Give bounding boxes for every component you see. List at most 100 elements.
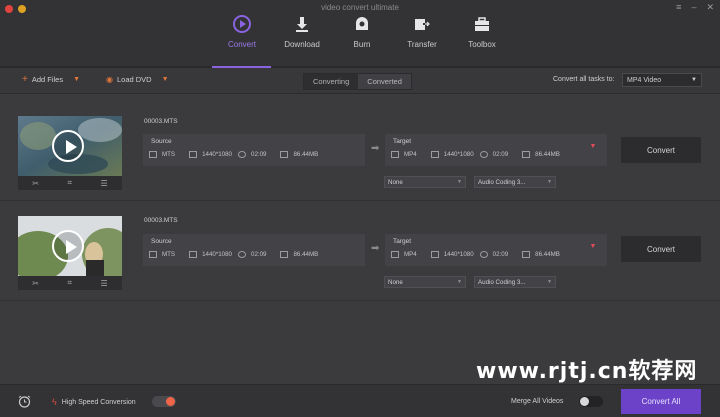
merge-all-toggle[interactable]: [579, 396, 603, 407]
nav-convert-label: Convert: [227, 40, 256, 49]
top-bar: video convert ultimate ≡ – ✕ Convert Dow…: [0, 0, 720, 68]
target-panel: Target MP4 1440*1080 02:09 86.44MB ▼: [385, 134, 607, 166]
film-icon: [149, 251, 157, 258]
lightning-icon: ϟ: [52, 397, 57, 407]
target-format-dropdown-icon[interactable]: ▼: [587, 243, 599, 255]
target-size: 86.44MB: [535, 151, 560, 158]
nav-transfer-label: Transfer: [407, 40, 437, 49]
subtitle-select[interactable]: None ▼: [384, 176, 466, 188]
chevron-down-icon[interactable]: ▼: [73, 76, 80, 83]
chevron-down-icon: ▼: [457, 179, 462, 185]
source-panel: Source MTS 1440*1080 02:09 86.44MB: [143, 234, 365, 266]
bottom-bar: ϟ High Speed Conversion Merge All Videos…: [0, 384, 720, 417]
folder-icon: [280, 251, 289, 258]
target-format: MP4: [404, 151, 417, 158]
target-resolution: 1440*1080: [443, 251, 474, 258]
target-format-dropdown-icon[interactable]: ▼: [587, 143, 599, 155]
high-speed-label: High Speed Conversion: [61, 398, 136, 406]
close-icon[interactable]: ✕: [706, 2, 714, 13]
video-thumbnail[interactable]: [18, 116, 122, 176]
chevron-down-icon: ▼: [691, 77, 697, 83]
burn-icon: [352, 14, 372, 34]
row-divider: [0, 300, 720, 301]
play-icon[interactable]: [52, 130, 84, 162]
convert-button[interactable]: Convert: [621, 137, 701, 163]
merge-all-label: Merge All Videos: [511, 398, 564, 405]
source-size: 86.44MB: [293, 251, 319, 258]
film-icon: [391, 151, 399, 158]
arrow-right-icon: ➡: [371, 143, 380, 154]
clock-icon: [479, 251, 488, 258]
format-select-value: MP4 Video: [627, 76, 662, 84]
convert-all-button[interactable]: Convert All: [621, 389, 701, 414]
tab-converted[interactable]: Converted: [358, 74, 411, 89]
audio-value: Audio Coding 3...: [478, 179, 526, 186]
minimize-icon[interactable]: –: [691, 2, 696, 13]
crop-icon[interactable]: ⌗: [68, 178, 73, 188]
download-icon: [292, 14, 312, 34]
nav-burn[interactable]: Burn: [332, 14, 392, 49]
nav-toolbox[interactable]: Toolbox: [452, 14, 512, 49]
tab-converting[interactable]: Converting: [304, 74, 359, 89]
effects-icon[interactable]: ☰: [101, 179, 108, 188]
nav-burn-label: Burn: [353, 40, 371, 49]
resolution-icon: [189, 151, 198, 158]
subtitle-select[interactable]: None ▼: [384, 276, 466, 288]
toolbox-icon: [472, 14, 492, 34]
target-meta: MP4 1440*1080 02:09 86.44MB: [391, 151, 560, 158]
target-panel: Target MP4 1440*1080 02:09 86.44MB ▼: [385, 234, 607, 266]
audio-select[interactable]: Audio Coding 3... ▼: [474, 176, 556, 188]
cut-icon[interactable]: ✂: [32, 279, 39, 288]
convert-icon: [232, 14, 252, 34]
audio-value: Audio Coding 3...: [478, 279, 526, 286]
subtitle-value: None: [388, 279, 403, 286]
plus-icon: +: [22, 73, 28, 85]
nav-transfer[interactable]: Transfer: [392, 14, 452, 49]
chevron-down-icon: ▼: [457, 279, 462, 285]
chevron-down-icon[interactable]: ▼: [162, 76, 169, 83]
add-files-label: Add Files: [31, 75, 64, 84]
target-resolution: 1440*1080: [443, 151, 474, 158]
source-panel: Source MTS 1440*1080 02:09 86.44MB: [143, 134, 365, 166]
add-files-button[interactable]: + Add Files ▼: [22, 73, 80, 85]
play-icon[interactable]: [52, 230, 84, 262]
menu-icon[interactable]: ≡: [676, 2, 681, 13]
convert-button[interactable]: Convert: [621, 236, 701, 262]
watermark: www.rjtj.cn软荐网: [476, 359, 698, 384]
target-duration: 02:09: [492, 251, 509, 258]
target-size: 86.44MB: [535, 251, 560, 258]
main-nav: Convert Download Burn Transfer Toolbox: [212, 14, 512, 49]
source-resolution: 1440*1080: [202, 151, 232, 158]
arrow-right-icon: ➡: [371, 243, 380, 254]
video-thumbnail[interactable]: [18, 216, 122, 276]
crop-icon[interactable]: ⌗: [68, 278, 73, 288]
window-title: video convert ultimate: [321, 3, 399, 12]
convert-all-format-select[interactable]: MP4 Video ▼: [622, 73, 702, 87]
resolution-icon: [189, 251, 198, 258]
thumbnail-tools: ✂ ⌗ ☰: [18, 276, 122, 290]
nav-convert[interactable]: Convert: [212, 14, 272, 49]
clock-icon: [479, 151, 488, 158]
film-icon: [149, 151, 157, 158]
alarm-clock-icon[interactable]: [18, 395, 31, 408]
load-dvd-button[interactable]: ◉ Load DVD ▼: [106, 75, 169, 84]
file-name: 00003.MTS: [144, 217, 178, 224]
effects-icon[interactable]: ☰: [101, 279, 108, 288]
toolbar: + Add Files ▼ ◉ Load DVD ▼ Converting Co…: [0, 68, 720, 94]
clock-icon: [238, 151, 246, 158]
clock-icon: [238, 251, 246, 258]
nav-download[interactable]: Download: [272, 14, 332, 49]
source-resolution: 1440*1080: [202, 251, 232, 258]
source-format: MTS: [162, 251, 176, 258]
subtitle-value: None: [388, 179, 403, 186]
high-speed-toggle[interactable]: [152, 396, 176, 407]
load-dvd-label: Load DVD: [116, 75, 152, 84]
audio-select[interactable]: Audio Coding 3... ▼: [474, 276, 556, 288]
source-title: Source: [151, 138, 172, 145]
resolution-icon: [430, 251, 439, 258]
source-size: 86.44MB: [293, 151, 319, 158]
target-duration: 02:09: [492, 151, 509, 158]
target-title: Target: [393, 238, 412, 245]
cut-icon[interactable]: ✂: [32, 179, 39, 188]
folder-icon: [280, 151, 289, 158]
